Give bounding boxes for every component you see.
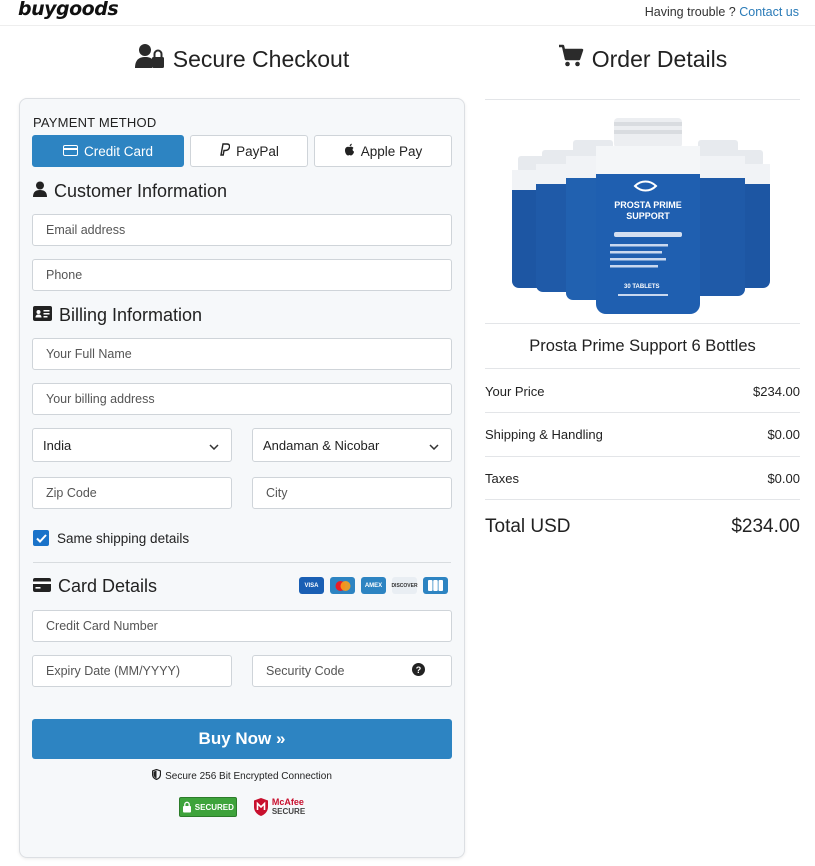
tab-paypal-label: PayPal	[236, 143, 279, 159]
tab-apple-pay[interactable]: Apple Pay	[314, 135, 452, 167]
checkout-panel: PAYMENT METHOD Credit Card PayPal Apple …	[19, 98, 465, 858]
apple-icon	[344, 143, 355, 159]
total-value: $234.00	[731, 516, 800, 537]
same-shipping-checkbox[interactable]	[33, 530, 49, 546]
svg-text:SUPPORT: SUPPORT	[626, 211, 670, 221]
order-details-heading: Order Details	[485, 44, 800, 74]
page-title: Secure Checkout	[172, 45, 350, 72]
cart-icon	[558, 44, 584, 74]
customer-info-heading: Customer Information	[33, 181, 227, 202]
secured-badge-text: SECURED	[194, 802, 234, 812]
secure-checkout-heading: Secure Checkout	[20, 44, 464, 74]
secure-connection-note: Secure 256 Bit Encrypted Connection	[20, 768, 464, 783]
credit-card-icon	[33, 576, 51, 597]
security-code-field[interactable]: Security Code ?	[252, 655, 452, 687]
card-details-heading: Card Details	[33, 576, 157, 597]
product-rule-bottom	[485, 368, 800, 369]
card-details-title: Card Details	[58, 576, 158, 596]
user-icon	[33, 181, 47, 202]
mcafee-shield-icon	[253, 798, 268, 816]
id-card-icon	[33, 305, 52, 326]
tab-apple-pay-label: Apple Pay	[360, 143, 423, 159]
phone-field[interactable]: Phone	[32, 259, 452, 291]
discover-logo: DISCOVER	[391, 577, 418, 594]
city-field[interactable]: City	[252, 477, 452, 509]
secure-connection-text: Secure 256 Bit Encrypted Connection	[165, 770, 332, 782]
visa-logo: VISA	[299, 577, 324, 594]
bottle-label-text: PROSTA PRIME	[614, 200, 682, 210]
accepted-cards: VISA AMEX DISCOVER	[299, 577, 448, 594]
chevron-down-icon	[429, 438, 439, 453]
mastercard-logo	[330, 577, 355, 594]
taxes-value: $0.00	[767, 471, 800, 486]
bottle-front: PROSTA PRIME SUPPORT 30 TABLETS	[596, 118, 700, 314]
contact-us-link[interactable]: Contact us	[739, 5, 799, 19]
top-bar: buygoods Having trouble ? Contact us	[0, 0, 815, 26]
order-top-rule	[485, 99, 800, 100]
price-row: Your Price $234.00	[485, 384, 800, 399]
order-title: Order Details	[591, 45, 728, 72]
paypal-icon	[219, 143, 231, 159]
row-divider	[485, 412, 800, 413]
state-value: Andaman & Nicobar	[263, 437, 380, 453]
secured-badge: SECURED	[178, 797, 237, 817]
tab-credit-card[interactable]: Credit Card	[32, 135, 184, 167]
same-shipping-label: Same shipping details	[57, 530, 190, 546]
product-rule-top	[485, 323, 800, 324]
svg-text:?: ?	[416, 665, 422, 675]
trust-badges: SECURED McAfee SECURE	[20, 797, 464, 817]
jcb-logo	[423, 577, 448, 594]
shipping-value: $0.00	[767, 427, 800, 442]
buy-now-button[interactable]: Buy Now »	[32, 719, 452, 759]
mcafee-badge-name: McAfee	[271, 797, 304, 807]
country-value: India	[43, 437, 72, 453]
product-image: PROSTA PRIME SUPPORT 30 TABLETS	[498, 112, 783, 322]
card-number-field[interactable]: Credit Card Number	[32, 610, 452, 642]
tab-paypal[interactable]: PayPal	[190, 135, 308, 167]
mcafee-badge: McAfee SECURE	[253, 797, 305, 817]
shipping-label: Shipping & Handling	[485, 427, 603, 442]
product-name: Prosta Prime Support 6 Bottles	[529, 337, 756, 355]
taxes-row: Taxes $0.00	[485, 471, 800, 486]
zip-code-field[interactable]: Zip Code	[32, 477, 232, 509]
user-lock-icon	[134, 43, 165, 75]
mcafee-badge-sub: SECURE	[271, 807, 306, 816]
billing-info-heading: Billing Information	[33, 305, 202, 326]
expiry-date-field[interactable]: Expiry Date (MM/YYYY)	[32, 655, 232, 687]
chevron-down-icon	[209, 438, 219, 453]
credit-card-icon	[62, 144, 78, 159]
total-label: Total USD	[485, 516, 571, 537]
total-row: Total USD $234.00	[485, 516, 800, 538]
divider	[33, 562, 451, 563]
question-circle-icon[interactable]: ?	[412, 663, 425, 679]
billing-info-title: Billing Information	[59, 305, 203, 325]
row-divider	[485, 456, 800, 457]
help-text: Having trouble ? Contact us	[645, 5, 799, 19]
full-name-field[interactable]: Your Full Name	[32, 338, 452, 370]
amex-logo: AMEX	[361, 577, 386, 594]
country-select[interactable]: India	[32, 428, 232, 462]
brand-logo[interactable]: buygoods	[18, 0, 119, 20]
billing-address-field[interactable]: Your billing address	[32, 383, 452, 415]
shield-icon	[152, 768, 162, 783]
row-divider	[485, 499, 800, 500]
email-field[interactable]: Email address	[32, 214, 452, 246]
shipping-row: Shipping & Handling $0.00	[485, 427, 800, 442]
price-label: Your Price	[485, 384, 545, 399]
help-label: Having trouble ?	[644, 5, 736, 19]
tab-credit-card-label: Credit Card	[83, 143, 154, 159]
security-code-placeholder: Security Code	[266, 664, 345, 678]
customer-info-title: Customer Information	[54, 181, 228, 201]
bottle-count-text: 30 TABLETS	[624, 284, 660, 290]
taxes-label: Taxes	[485, 471, 519, 486]
payment-method-label: PAYMENT METHOD	[33, 115, 157, 130]
state-select[interactable]: Andaman & Nicobar	[252, 428, 452, 462]
same-shipping-row[interactable]: Same shipping details	[33, 530, 189, 546]
price-value: $234.00	[753, 384, 800, 399]
lock-icon	[182, 801, 191, 813]
